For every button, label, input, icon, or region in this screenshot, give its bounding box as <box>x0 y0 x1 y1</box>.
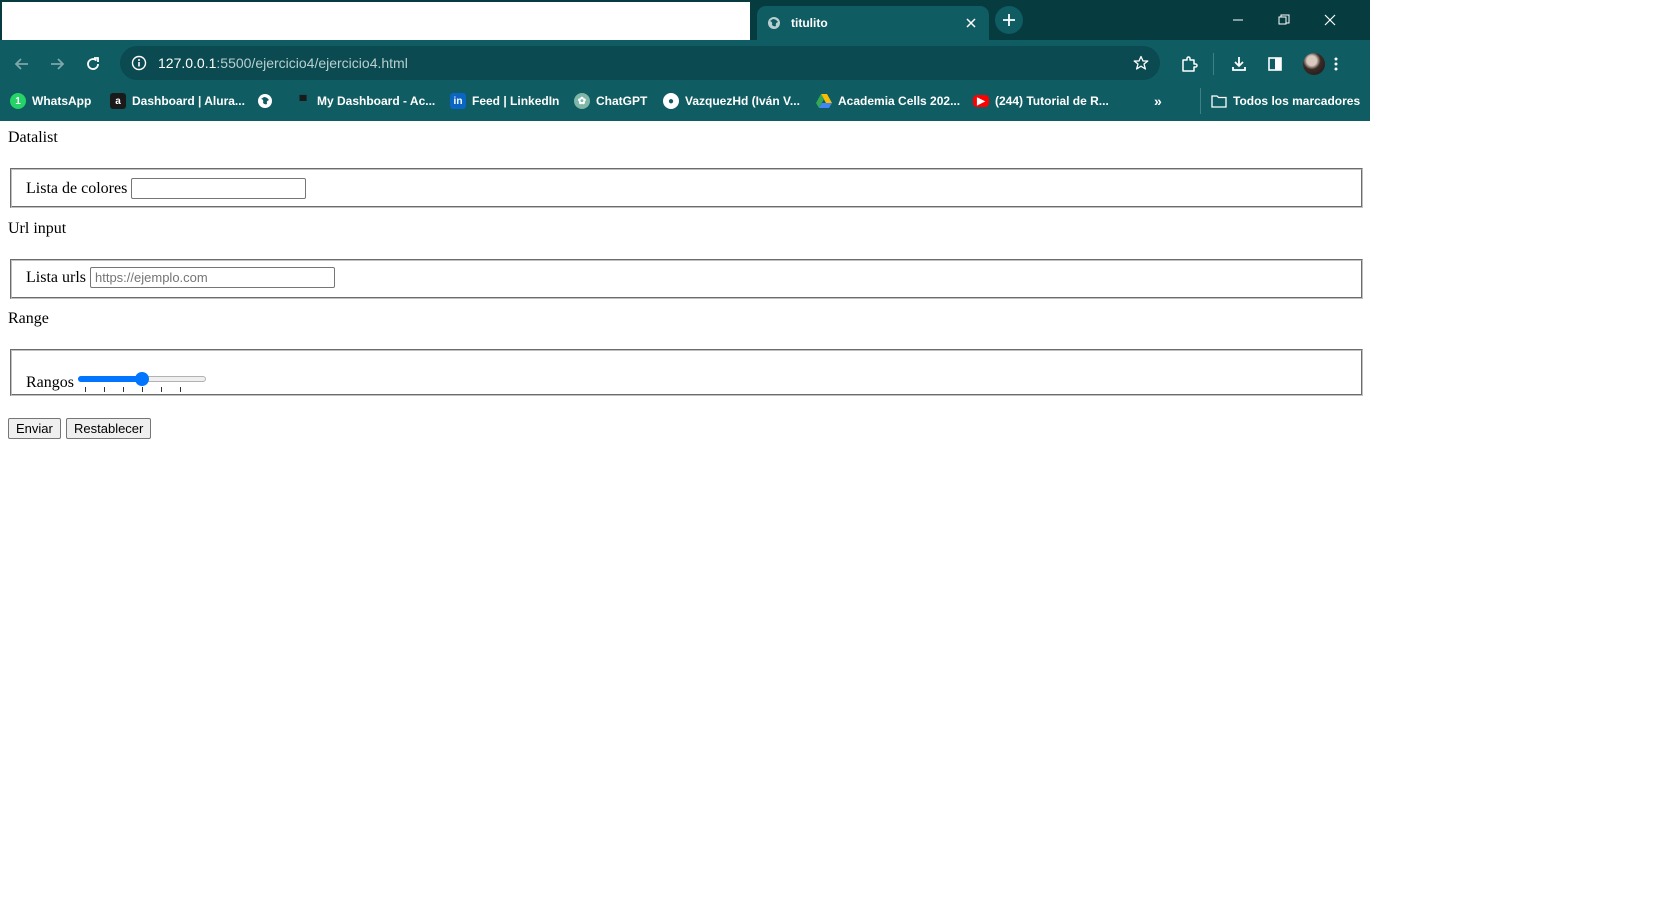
range-tick <box>142 386 143 392</box>
bookmark-alura[interactable]: a Dashboard | Alura... <box>110 88 245 114</box>
form-actions: Enviar Restablecer <box>8 418 308 440</box>
range-tick <box>104 386 105 392</box>
reset-button[interactable]: Restablecer <box>66 418 152 439</box>
bookmark-label: My Dashboard - Ac... <box>317 94 436 108</box>
bookmark-label: Feed | LinkedIn <box>472 94 560 108</box>
back-button[interactable] <box>8 50 36 78</box>
urls-label: Lista urls <box>26 268 86 286</box>
bookmark-academia-cells[interactable]: Academia Cells 202... <box>816 88 960 114</box>
side-panel-icon <box>1268 57 1282 71</box>
download-icon <box>1232 57 1246 71</box>
puzzle-icon <box>1182 56 1198 72</box>
all-bookmarks-folder[interactable]: Todos los marcadores <box>1200 88 1360 114</box>
arrow-left-icon <box>14 58 28 70</box>
url-input[interactable] <box>90 267 335 288</box>
url-host: 127.0.0.1 <box>158 55 217 71</box>
bookmark-linkedin[interactable]: in Feed | LinkedIn <box>450 88 559 114</box>
close-icon <box>1324 14 1336 26</box>
kebab-menu-icon <box>1334 57 1338 71</box>
linkedin-icon: in <box>450 93 466 109</box>
url-text[interactable]: 127.0.0.1:5500/ejercicio4/ejercicio4.htm… <box>158 55 1128 71</box>
tab-strip: titulito <box>0 0 1370 40</box>
browser-window: titulito 127.0.0.1:5500/ejercicio4/ejerc… <box>0 0 1370 121</box>
bookmark-label: (244) Tutorial de R... <box>995 94 1109 108</box>
range-heading: Range <box>8 310 49 327</box>
range-fieldset: Rangos <box>10 349 1363 396</box>
reload-button[interactable] <box>79 50 107 78</box>
bookmarks-bar: 1 WhatsApp a Dashboard | Alura... ▀ My D… <box>0 88 1370 114</box>
toolbar-divider <box>1213 53 1214 75</box>
downloads-button[interactable] <box>1225 50 1253 78</box>
colors-label: Lista de colores <box>26 179 128 197</box>
range-tick <box>85 386 86 392</box>
close-tab-icon[interactable] <box>959 11 983 35</box>
range-tick <box>123 386 124 392</box>
plus-icon <box>1003 14 1015 26</box>
address-bar[interactable]: 127.0.0.1:5500/ejercicio4/ejercicio4.htm… <box>120 46 1160 80</box>
close-window-button[interactable] <box>1307 0 1353 40</box>
globe-icon <box>257 93 273 109</box>
dashboard-icon: ▀ <box>299 95 307 107</box>
bookmark-label: VazquezHd (Iván V... <box>685 94 800 108</box>
datalist-heading: Datalist <box>8 129 58 146</box>
github-icon: ● <box>663 93 679 109</box>
whatsapp-icon: 1 <box>10 93 26 109</box>
google-drive-icon <box>816 93 832 109</box>
tab-title: titulito <box>791 16 828 30</box>
url-path: :5500/ejercicio4/ejercicio4.html <box>216 55 408 71</box>
url-fieldset: Lista urls <box>10 259 1363 299</box>
chevron-double-right-icon: » <box>1154 93 1162 109</box>
extensions-button[interactable] <box>1175 50 1203 78</box>
alura-icon: a <box>110 93 126 109</box>
side-panel-button[interactable] <box>1261 50 1289 78</box>
bookmark-label: WhatsApp <box>32 94 92 108</box>
url-heading: Url input <box>8 220 67 237</box>
datalist-row: Lista de colores <box>26 178 307 199</box>
bookmark-label: ChatGPT <box>596 94 648 108</box>
bookmark-globe[interactable] <box>257 88 279 114</box>
arrow-right-icon <box>51 58 65 70</box>
range-tick <box>161 386 162 392</box>
site-info-icon[interactable] <box>130 54 148 72</box>
submit-button[interactable]: Enviar <box>8 418 61 439</box>
bookmark-my-dashboard[interactable]: ▀ My Dashboard - Ac... <box>295 88 435 114</box>
reload-icon <box>87 57 99 70</box>
bookmark-label: Academia Cells 202... <box>838 94 961 108</box>
range-fill <box>78 375 142 382</box>
blank-region <box>2 2 750 40</box>
range-thumb[interactable] <box>135 371 149 386</box>
restore-icon <box>1278 14 1290 25</box>
url-row: Lista urls <box>26 267 335 288</box>
minimize-icon <box>1233 19 1243 21</box>
minimize-button[interactable] <box>1215 0 1261 40</box>
bookmark-star-icon[interactable] <box>1128 50 1154 76</box>
globe-icon <box>767 16 781 30</box>
youtube-icon: ▶ <box>973 95 989 107</box>
bookmark-github[interactable]: ● VazquezHd (Iván V... <box>663 88 800 114</box>
range-tick <box>180 386 181 392</box>
menu-button[interactable] <box>1322 50 1350 78</box>
bookmark-whatsapp[interactable]: 1 WhatsApp <box>10 88 91 114</box>
chatgpt-icon: ✿ <box>574 93 590 109</box>
range-row: Rangos <box>26 351 206 392</box>
bookmark-youtube[interactable]: ▶ (244) Tutorial de R... <box>973 88 1109 114</box>
tab-active[interactable]: titulito <box>757 6 989 40</box>
all-bookmarks-label: Todos los marcadores <box>1233 94 1361 108</box>
bookmark-chatgpt[interactable]: ✿ ChatGPT <box>574 88 647 114</box>
new-tab-button[interactable] <box>995 6 1023 34</box>
range-slider[interactable] <box>78 357 206 392</box>
datalist-fieldset: Lista de colores <box>10 168 1363 208</box>
bookmark-label: Dashboard | Alura... <box>132 94 245 108</box>
restore-button[interactable] <box>1261 0 1307 40</box>
folder-icon <box>1211 93 1227 109</box>
forward-button[interactable] <box>43 50 71 78</box>
colors-input[interactable] <box>131 178 307 199</box>
rangos-label: Rangos <box>26 374 74 391</box>
bookmarks-overflow-button[interactable]: » <box>1154 88 1162 114</box>
